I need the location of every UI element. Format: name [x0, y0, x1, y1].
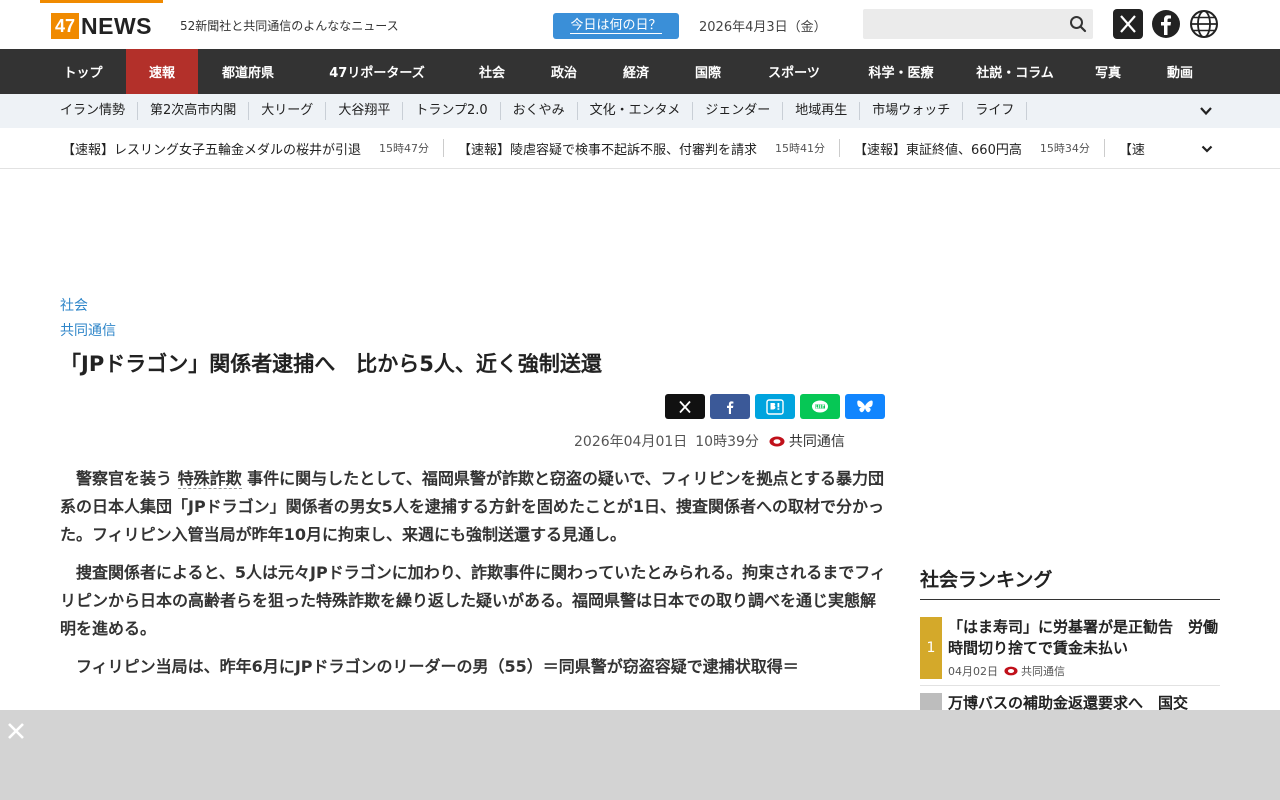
- nav-economy[interactable]: 経済: [600, 49, 672, 94]
- ticker-item[interactable]: 【速報】陵虐容疑で検事不起訴不服、付審判を請求 15時41分: [458, 139, 841, 158]
- hatena-bookmark-icon: [766, 398, 784, 415]
- nav-top[interactable]: トップ: [40, 49, 126, 94]
- nav-society[interactable]: 社会: [456, 49, 528, 94]
- close-icon[interactable]: [6, 721, 26, 741]
- nav-sports[interactable]: スポーツ: [744, 49, 844, 94]
- breaking-ticker: 【速報】レスリング女子五輪金メダルの桜井が引退 15時47分 【速報】陵虐容疑で…: [0, 128, 1280, 169]
- site-logo[interactable]: 47 NEWS: [51, 13, 152, 39]
- top-bar: 47 NEWS 52新聞社と共同通信のよんななニュース 今日は何の日？ 2026…: [0, 0, 1280, 49]
- article-time: 10時39分: [695, 434, 759, 450]
- ticker-item[interactable]: 【速報】東証終値、660円高 15時34分: [854, 139, 1105, 158]
- article-date: 2026年04月01日: [574, 434, 688, 450]
- topic-item[interactable]: イラン情勢: [48, 102, 139, 120]
- rank-number: [920, 693, 942, 711]
- ticker-expand-chevron-down-icon[interactable]: [1200, 142, 1214, 156]
- ranking-heading: 社会ランキング: [920, 569, 1053, 591]
- topic-item[interactable]: ジェンダー: [693, 102, 784, 120]
- ranking-item[interactable]: 1 「はま寿司」に労基署が是正勧告 労働時間切り捨てで賃金未払い 04月02日 …: [920, 617, 1220, 679]
- rank-number: 1: [920, 617, 942, 679]
- share-x-button[interactable]: [665, 394, 705, 419]
- article-publisher: 共同通信: [788, 434, 845, 450]
- nav-videos[interactable]: 動画: [1144, 49, 1216, 94]
- article-source-link[interactable]: 共同通信: [60, 320, 116, 340]
- nav-47reporters[interactable]: 47リポーターズ: [298, 49, 456, 94]
- share-hatena-button[interactable]: [755, 394, 795, 419]
- article-title: 「JPドラゴン」関係者逮捕へ 比から5人、近く強制送還: [60, 352, 602, 376]
- nav-breaking[interactable]: 速報: [126, 49, 198, 94]
- search-input[interactable]: [863, 9, 1093, 39]
- ticker-item[interactable]: 【速報】レスリング女子五輪金メダルの桜井が引退 15時47分: [62, 139, 445, 158]
- article-body: 警察官を装う 特殊詐欺 事件に関与したとして、福岡県警が詐欺と窃盗の疑いで、フィ…: [60, 465, 888, 691]
- facebook-icon[interactable]: [1151, 9, 1181, 39]
- article-meta: 2026年04月01日 10時39分 共同通信: [574, 431, 845, 451]
- topic-expand-chevron-down-icon[interactable]: [1198, 104, 1214, 118]
- share-line-button[interactable]: [800, 394, 840, 419]
- ranking-item-meta: 04月02日 共同通信: [948, 665, 1065, 678]
- x-icon: [679, 400, 691, 413]
- article-paragraph: フィリピン当局は、昨年6月にJPドラゴンのリーダーの男（55）＝同県警が窃盗容疑…: [76, 657, 799, 676]
- share-bluesky-button[interactable]: [845, 394, 885, 419]
- site-tagline: 52新聞社と共同通信のよんななニュース: [180, 19, 399, 33]
- article-paragraph: 捜査関係者によると、5人は元々JPドラゴンに加わり、詐欺事件に関わっていたとみら…: [60, 563, 886, 638]
- topic-item[interactable]: 大谷翔平: [326, 102, 404, 120]
- ranking-item-divider: [920, 685, 1220, 686]
- search-icon[interactable]: [1068, 14, 1088, 34]
- current-date: 2026年4月3日（金）: [699, 20, 827, 35]
- logo-accent-line: [40, 0, 163, 3]
- topic-item[interactable]: トランプ2.0: [403, 102, 501, 120]
- today-in-history-button[interactable]: 今日は何の日？: [553, 13, 679, 39]
- topic-item[interactable]: ライフ: [963, 102, 1028, 120]
- nav-science-medical[interactable]: 科学・医療: [844, 49, 958, 94]
- topic-nav: イラン情勢 第2次高市内閣 大リーグ 大谷翔平 トランプ2.0 おくやみ 文化・…: [0, 94, 1280, 128]
- nav-politics[interactable]: 政治: [528, 49, 600, 94]
- x-icon[interactable]: [1113, 9, 1143, 39]
- ad-overlay: [0, 710, 1280, 800]
- main-nav: トップ 速報 都道府県 47リポーターズ 社会 政治 経済 国際 スポーツ 科学…: [0, 49, 1280, 94]
- ticker-item[interactable]: 【速: [1119, 139, 1159, 158]
- logo-number: 47: [51, 13, 79, 39]
- line-icon: [812, 400, 828, 412]
- topic-item[interactable]: 第2次高市内閣: [138, 102, 250, 120]
- topic-item[interactable]: 地域再生: [783, 102, 861, 120]
- ranking-divider: [920, 599, 1220, 600]
- facebook-icon: [727, 400, 734, 414]
- topic-item[interactable]: 市場ウォッチ: [860, 102, 964, 120]
- article-paragraph: 警察官を装う 特殊詐欺 事件に関与したとして、福岡県警が詐欺と窃盗の疑いで、フィ…: [60, 469, 884, 544]
- nav-international[interactable]: 国際: [672, 49, 744, 94]
- ticker-track: 【速報】レスリング女子五輪金メダルの桜井が引退 15時47分 【速報】陵虐容疑で…: [62, 128, 1196, 168]
- kyodo-logo-icon: [769, 436, 785, 446]
- nav-prefectures[interactable]: 都道府県: [198, 49, 298, 94]
- keyword-link[interactable]: 特殊詐欺: [177, 469, 242, 489]
- share-facebook-button[interactable]: [710, 394, 750, 419]
- ranking-item-title: 「はま寿司」に労基署が是正勧告 労働時間切り捨てで賃金未払い: [948, 618, 1219, 657]
- topic-item[interactable]: おくやみ: [501, 102, 578, 120]
- kyodo-logo-icon: [1004, 666, 1018, 676]
- topic-item[interactable]: 文化・エンタメ: [578, 102, 694, 120]
- topic-item[interactable]: 大リーグ: [249, 102, 327, 120]
- logo-word: NEWS: [81, 12, 152, 39]
- bluesky-icon: [857, 400, 873, 412]
- nav-photos[interactable]: 写真: [1072, 49, 1144, 94]
- article-category-link[interactable]: 社会: [60, 295, 88, 315]
- nav-editorial-column[interactable]: 社説・コラム: [958, 49, 1072, 94]
- globe-icon[interactable]: [1189, 9, 1219, 39]
